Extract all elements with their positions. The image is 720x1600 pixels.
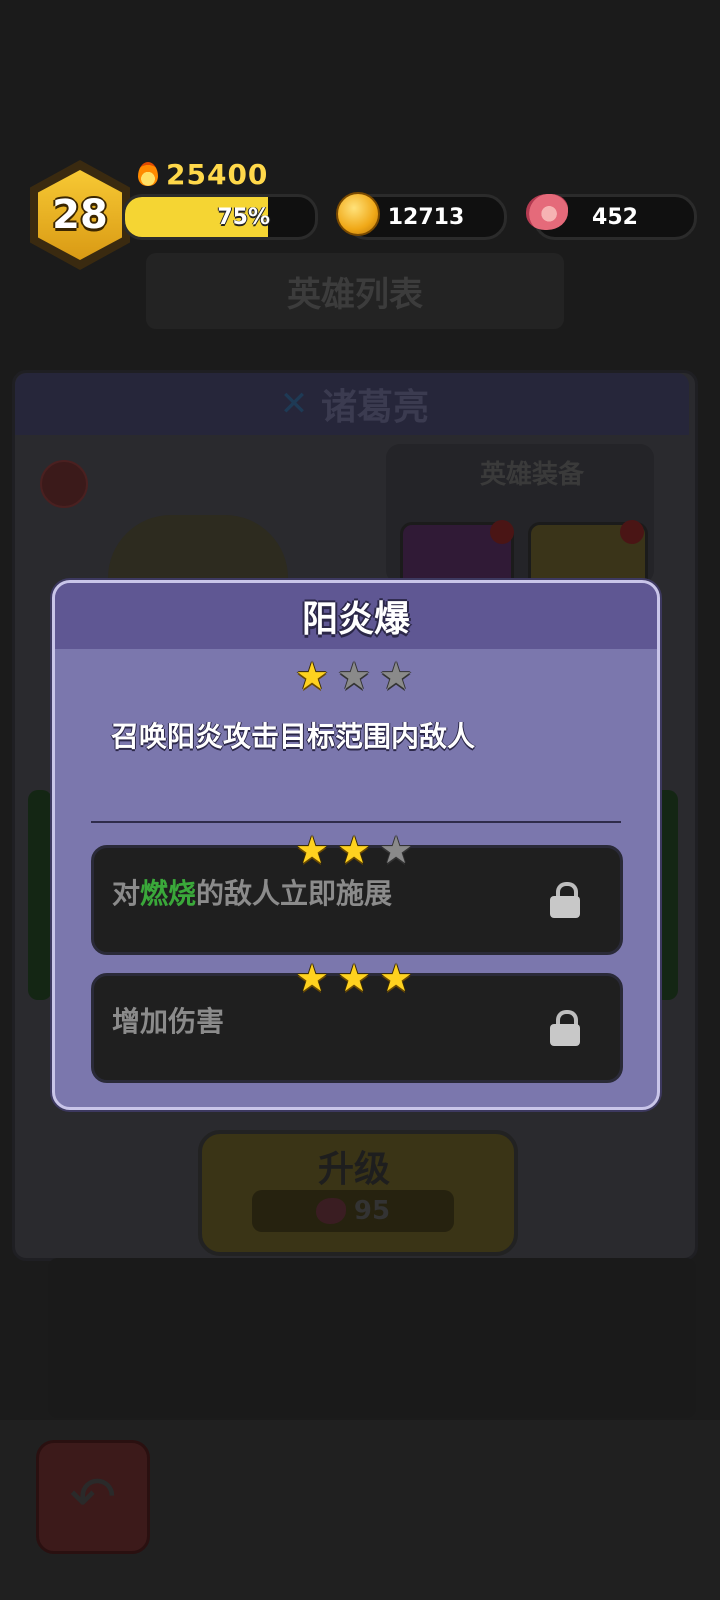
skill-dialog-header: 阳炎爆: [55, 583, 657, 649]
meat-value: 452: [592, 204, 638, 230]
xp-progress-bar: 75%: [122, 194, 318, 240]
star-filled-icon: ★: [336, 956, 372, 1000]
notification-dot: [620, 520, 644, 544]
coin-value: 12713: [387, 204, 465, 230]
perk-text: 对燃烧的敌人立即施展: [112, 877, 393, 910]
lock-icon: [550, 1010, 580, 1046]
power-display: 25400: [136, 157, 269, 191]
back-arrow-icon: ↶: [69, 1464, 117, 1530]
notification-dot: [490, 520, 514, 544]
xp-percent-label: 75%: [217, 204, 270, 230]
hero-equipment-label: 英雄装备: [480, 460, 585, 490]
star-filled-icon: ★: [294, 654, 330, 698]
upgrade-cost: 95: [252, 1190, 454, 1232]
hero-list-title: 英雄列表: [146, 253, 564, 329]
power-value: 25400: [166, 157, 269, 191]
hero-portrait: [108, 515, 288, 585]
meat-icon: [526, 194, 568, 230]
skill-description: 召唤阳炎攻击目标范围内敌人: [111, 720, 476, 753]
lock-icon: [550, 882, 580, 918]
star-filled-icon: ★: [378, 956, 414, 1000]
level-value: 28: [52, 192, 108, 238]
current-star-rating: ★ ★ ★: [293, 657, 415, 695]
hero-class-icon: ✕: [279, 384, 309, 424]
skill-slot-column-left: [28, 790, 52, 1000]
gold-coin-icon: [336, 192, 380, 236]
star-empty-icon: ★: [378, 828, 414, 872]
divider: [91, 821, 621, 823]
star-empty-icon: ★: [378, 654, 414, 698]
hero-name: 诸葛亮: [320, 387, 429, 428]
hero-detail-header: ✕ 诸葛亮: [15, 373, 689, 435]
perk-text: 增加伤害: [112, 1005, 225, 1038]
perk-2-star-requirement: ★ ★ ★: [293, 831, 415, 869]
meat-icon: [315, 1198, 346, 1224]
star-filled-icon: ★: [294, 956, 330, 1000]
skill-dialog: 阳炎爆 ★ ★ ★ 召唤阳炎攻击目标范围内敌人 对燃烧的敌人立即施展 ★ ★ ★…: [52, 580, 660, 1110]
flame-icon: [136, 160, 160, 188]
hero-card-row: [48, 1258, 696, 1418]
perk-3-star-requirement: ★ ★ ★: [293, 959, 415, 997]
back-button[interactable]: ↶: [36, 1440, 150, 1554]
perk-keyword: 燃烧: [140, 877, 197, 910]
upgrade-cost-value: 95: [353, 1196, 391, 1226]
skill-title: 阳炎爆: [301, 599, 410, 640]
star-filled-icon: ★: [294, 828, 330, 872]
star-empty-icon: ★: [336, 654, 372, 698]
search-icon[interactable]: [40, 460, 88, 508]
star-filled-icon: ★: [336, 828, 372, 872]
upgrade-button-label: 升级: [317, 1149, 390, 1190]
